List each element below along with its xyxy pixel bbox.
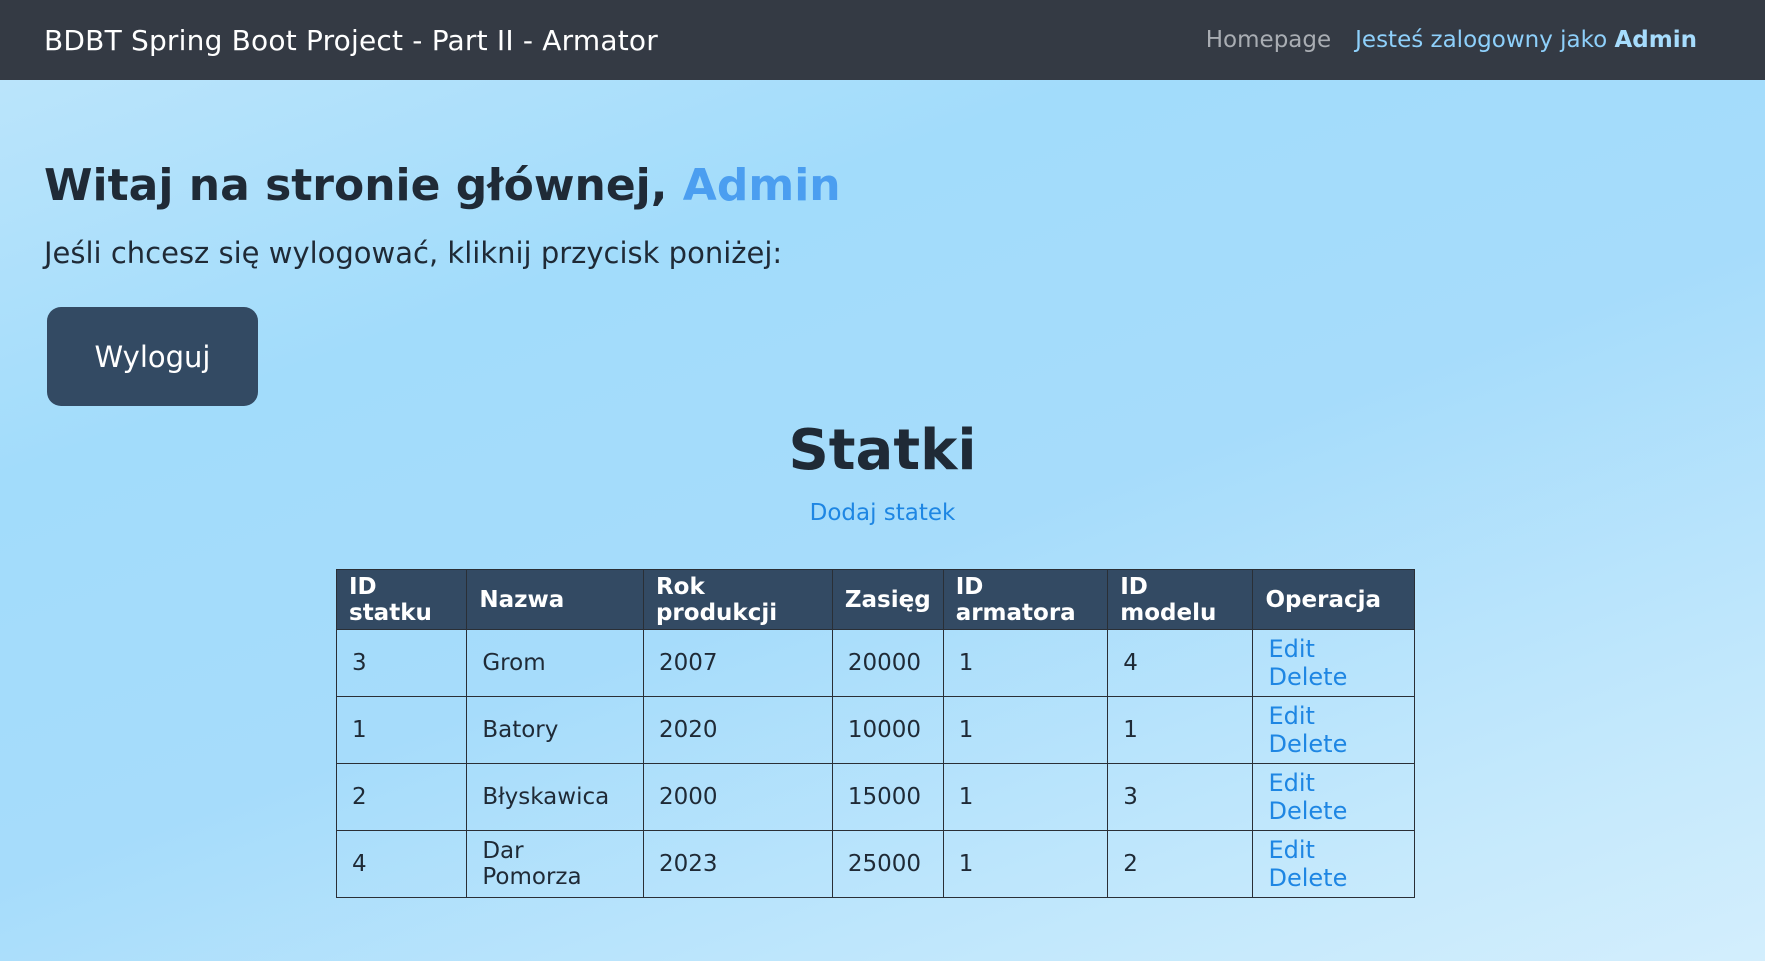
nav-right-group: Homepage Jesteś zalogowny jako Admin — [1206, 27, 1697, 53]
welcome-username: Admin — [682, 160, 841, 211]
column-header-owner-id: ID armatora — [942, 569, 1109, 630]
table-header-row: ID statku Nazwa Rok produkcji Zasięg ID … — [335, 569, 1415, 630]
column-header-year: Rok produkcji — [642, 569, 833, 630]
delete-link[interactable]: Delete — [1268, 730, 1347, 758]
cell-model-id: 2 — [1107, 830, 1254, 898]
logged-in-indicator: Jesteś zalogowny jako Admin — [1355, 27, 1697, 53]
column-header-id: ID statku — [335, 569, 468, 630]
cell-range: 25000 — [831, 830, 944, 898]
cell-operations: Edit Delete — [1252, 696, 1415, 764]
cell-range: 15000 — [831, 763, 944, 831]
table-row: 3 Grom 2007 20000 1 4 Edit Delete — [335, 629, 1415, 697]
cell-id: 4 — [335, 830, 468, 898]
table-row: 2 Błyskawica 2000 15000 1 3 Edit Delete — [335, 763, 1415, 831]
cell-model-id: 1 — [1107, 696, 1254, 764]
cell-owner-id: 1 — [942, 629, 1109, 697]
homepage-link[interactable]: Homepage — [1206, 27, 1331, 53]
welcome-heading: Witaj na stronie głównej, Admin — [44, 160, 841, 211]
cell-year: 2020 — [642, 696, 833, 764]
edit-link[interactable]: Edit — [1268, 836, 1314, 864]
logged-in-username: Admin — [1614, 27, 1698, 53]
cell-name: Grom — [466, 629, 644, 697]
cell-model-id: 4 — [1107, 629, 1254, 697]
cell-name: Batory — [466, 696, 644, 764]
logged-in-prefix: Jesteś zalogowny jako — [1355, 27, 1608, 53]
welcome-text: Witaj na stronie głównej, — [44, 160, 668, 211]
edit-link[interactable]: Edit — [1268, 635, 1314, 663]
logout-button[interactable]: Wyloguj — [47, 307, 258, 406]
column-header-model-id: ID modelu — [1107, 569, 1254, 630]
cell-owner-id: 1 — [942, 696, 1109, 764]
top-navbar: BDBT Spring Boot Project - Part II - Arm… — [0, 0, 1765, 80]
column-header-range: Zasięg — [831, 569, 944, 630]
cell-year: 2000 — [642, 763, 833, 831]
cell-operations: Edit Delete — [1252, 763, 1415, 831]
delete-link[interactable]: Delete — [1268, 663, 1347, 691]
column-header-name: Nazwa — [466, 569, 644, 630]
brand-title[interactable]: BDBT Spring Boot Project - Part II - Arm… — [44, 24, 658, 57]
cell-operations: Edit Delete — [1252, 629, 1415, 697]
cell-owner-id: 1 — [942, 763, 1109, 831]
add-ship-link[interactable]: Dodaj statek — [810, 500, 956, 526]
ships-table: ID statku Nazwa Rok produkcji Zasięg ID … — [335, 569, 1415, 898]
column-header-operation: Operacja — [1252, 569, 1415, 630]
cell-year: 2007 — [642, 629, 833, 697]
delete-link[interactable]: Delete — [1268, 864, 1347, 892]
cell-name: Błyskawica — [466, 763, 644, 831]
add-ship-link-wrapper: Dodaj statek — [0, 500, 1765, 526]
edit-link[interactable]: Edit — [1268, 769, 1314, 797]
table-row: 1 Batory 2020 10000 1 1 Edit Delete — [335, 696, 1415, 764]
cell-range: 20000 — [831, 629, 944, 697]
delete-link[interactable]: Delete — [1268, 797, 1347, 825]
cell-operations: Edit Delete — [1252, 830, 1415, 898]
logout-prompt: Jeśli chcesz się wylogować, kliknij przy… — [44, 236, 783, 270]
cell-id: 2 — [335, 763, 468, 831]
cell-id: 3 — [335, 629, 468, 697]
table-row: 4 Dar Pomorza 2023 25000 1 2 Edit Delete — [335, 830, 1415, 898]
edit-link[interactable]: Edit — [1268, 702, 1314, 730]
ships-section-title: Statki — [788, 418, 977, 483]
cell-model-id: 3 — [1107, 763, 1254, 831]
cell-owner-id: 1 — [942, 830, 1109, 898]
cell-name: Dar Pomorza — [466, 830, 644, 898]
cell-id: 1 — [335, 696, 468, 764]
cell-range: 10000 — [831, 696, 944, 764]
cell-year: 2023 — [642, 830, 833, 898]
